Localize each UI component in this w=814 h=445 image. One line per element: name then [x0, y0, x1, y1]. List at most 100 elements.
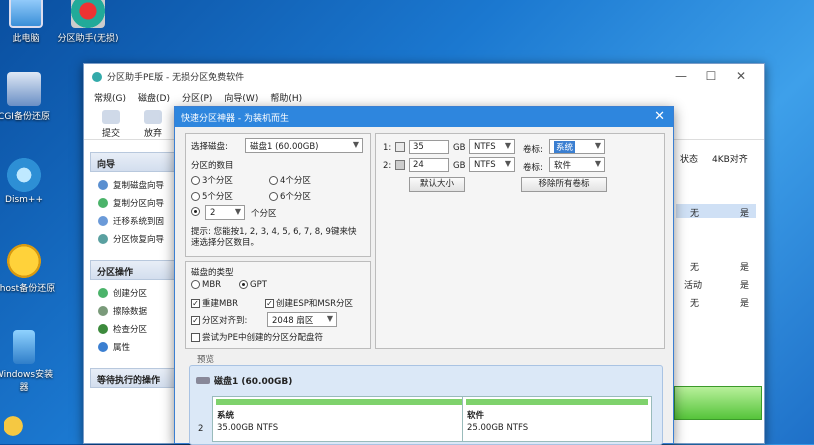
desktop-icon-windows-installer[interactable]: Windows安装器	[0, 330, 56, 393]
row-align: 是	[740, 209, 750, 219]
radio-mbr[interactable]: MBR	[191, 280, 221, 290]
radio-button[interactable]	[269, 192, 278, 201]
partition-1-label-select[interactable]: 系统 ▼	[549, 139, 605, 154]
radio-label: MBR	[202, 280, 222, 290]
radio-5-partitions[interactable]: 5个分区	[191, 190, 233, 202]
segment-info: 35.00GB NTFS	[217, 423, 279, 433]
radio-gpt[interactable]: GPT	[239, 280, 267, 290]
create-esp-checkbox[interactable]: ✓ 创建ESP和MSR分区	[265, 297, 353, 309]
check-icon	[98, 324, 108, 334]
pe-letter-checkbox[interactable]: 尝试为PE中创建的分区分配盘符	[191, 331, 323, 343]
partition-1-label-text: 卷标:	[523, 145, 543, 155]
partition-2-size[interactable]: 24	[409, 158, 449, 172]
partition-1-fs-select[interactable]: NTFS ▼	[469, 139, 515, 154]
wizard-migrate-os[interactable]: 迁移系统到固	[90, 212, 186, 230]
wizard-recovery[interactable]: 分区恢复向导	[90, 230, 186, 248]
select-disk-label: 选择磁盘:	[191, 142, 228, 152]
desktop-icon-partition-assistant[interactable]: 分区助手(无损)	[56, 0, 120, 44]
checkbox-checked[interactable]: ✓	[191, 316, 200, 325]
chevron-down-icon: ▼	[504, 141, 511, 150]
gear-icon	[7, 158, 41, 192]
minimize-icon[interactable]: —	[666, 69, 696, 83]
remove-labels-button[interactable]: 移除所有卷标	[521, 177, 607, 192]
partition-1-size[interactable]: 35	[409, 140, 449, 154]
maximize-icon[interactable]: ☐	[696, 69, 726, 83]
apply-button[interactable]: 提交	[94, 110, 128, 139]
radio-button-selected[interactable]	[239, 280, 248, 289]
wizard-item-label: 分区恢复向导	[113, 235, 165, 245]
disk-select-value: 磁盘1 (60.00GB)	[250, 141, 319, 152]
default-size-button[interactable]: 默认大小	[409, 177, 465, 192]
key-icon	[4, 414, 34, 444]
window-title: 分区助手PE版 - 无损分区免费软件	[107, 73, 245, 83]
partition-1-index: 1:	[383, 143, 392, 153]
checkbox-unchecked[interactable]	[191, 333, 200, 342]
radio-label: 4个分区	[280, 176, 311, 186]
desktop-icon-dism[interactable]: Dism++	[0, 158, 56, 205]
menu-help[interactable]: 帮助(H)	[264, 89, 308, 106]
radio-button[interactable]	[191, 280, 200, 289]
radio-4-partitions[interactable]: 4个分区	[269, 174, 311, 186]
volume-label-value: 系统	[554, 140, 576, 153]
disk-select[interactable]: 磁盘1 (60.00GB) ▼	[245, 138, 363, 153]
custom-count-select[interactable]: 2 ▼	[205, 205, 245, 220]
checkbox-label: 重建MBR	[202, 299, 239, 309]
disk-icon	[196, 377, 210, 384]
chevron-down-icon: ▼	[594, 141, 601, 150]
preview-segment-software: 软件 25.00GB NTFS	[462, 396, 652, 442]
quick-partition-dialog: 快速分区神器 - 为装机而生 ✕ 选择磁盘: 磁盘1 (60.00GB) ▼ 分区…	[174, 106, 674, 445]
radio-6-partitions[interactable]: 6个分区	[269, 190, 311, 202]
radio-3-partitions[interactable]: 3个分区	[191, 174, 233, 186]
discard-button[interactable]: 放弃	[136, 110, 170, 139]
partition-2-label-text: 卷标:	[523, 163, 543, 173]
desktop-icon-this-pc[interactable]: 此电脑	[0, 0, 58, 44]
menu-wizard[interactable]: 向导(W)	[218, 89, 264, 106]
align-checkbox[interactable]: ✓ 分区对齐到:	[191, 314, 247, 326]
menu-bar: 常规(G) 磁盘(D) 分区(P) 向导(W) 帮助(H)	[84, 89, 764, 106]
rebuild-mbr-checkbox[interactable]: ✓ 重建MBR	[191, 297, 238, 309]
partition-app-icon	[71, 0, 105, 28]
op-wipe-data[interactable]: 擦除数据	[90, 302, 186, 320]
desktop-icon-label: 分区助手(无损)	[57, 34, 119, 44]
radio-button[interactable]	[191, 192, 200, 201]
menu-partition[interactable]: 分区(P)	[176, 89, 218, 106]
desktop-icon-label: Dism++	[5, 195, 43, 205]
dialog-close-icon[interactable]: ✕	[654, 109, 665, 124]
usage-bar	[466, 399, 648, 405]
properties-icon	[98, 342, 108, 352]
cgi-backup-icon	[7, 72, 41, 106]
partition-2-unit: GB	[453, 161, 466, 171]
volume-label-value: 软件	[554, 160, 572, 171]
partition-2-fs-select[interactable]: NTFS ▼	[469, 157, 515, 172]
wizard-copy-partition[interactable]: 复制分区向导	[90, 194, 186, 212]
close-icon[interactable]: ✕	[726, 69, 756, 83]
radio-button[interactable]	[269, 176, 278, 185]
chevron-down-icon: ▼	[352, 140, 359, 149]
row-status: 活动	[684, 281, 703, 291]
partition-2-label-select[interactable]: 软件 ▼	[549, 157, 605, 172]
partition-1-unit: GB	[453, 143, 466, 153]
op-check-partition[interactable]: 检查分区	[90, 320, 186, 338]
checkbox-checked[interactable]: ✓	[191, 299, 200, 308]
op-create-partition[interactable]: 创建分区	[90, 284, 186, 302]
segment-name: 系统	[217, 411, 235, 421]
wipe-icon	[98, 306, 108, 316]
radio-custom-count[interactable]	[191, 207, 202, 217]
desktop-icon-cgi[interactable]: CGI备份还原	[0, 72, 56, 122]
radio-button[interactable]	[191, 176, 200, 185]
op-properties[interactable]: 属性	[90, 338, 186, 356]
op-label: 创建分区	[113, 289, 148, 299]
dialog-title-bar: 快速分区神器 - 为装机而生	[175, 107, 673, 127]
preview-segment-system: 系统 35.00GB NTFS	[212, 396, 468, 442]
preview-disk-name: 磁盘1 (60.00GB)	[214, 377, 293, 387]
lock-icon	[395, 160, 405, 170]
radio-button-selected[interactable]	[191, 207, 200, 216]
desktop-icon-ghost[interactable]: Ghost备份还原	[0, 244, 56, 294]
row-status: 无	[690, 263, 700, 273]
wizard-copy-disk[interactable]: 复制磁盘向导	[90, 176, 186, 194]
segment-info: 25.00GB NTFS	[467, 423, 529, 433]
menu-general[interactable]: 常规(G)	[88, 89, 132, 106]
align-select[interactable]: 2048 扇区 ▼	[267, 312, 337, 327]
menu-disk[interactable]: 磁盘(D)	[132, 89, 176, 106]
checkbox-checked[interactable]: ✓	[265, 299, 274, 308]
